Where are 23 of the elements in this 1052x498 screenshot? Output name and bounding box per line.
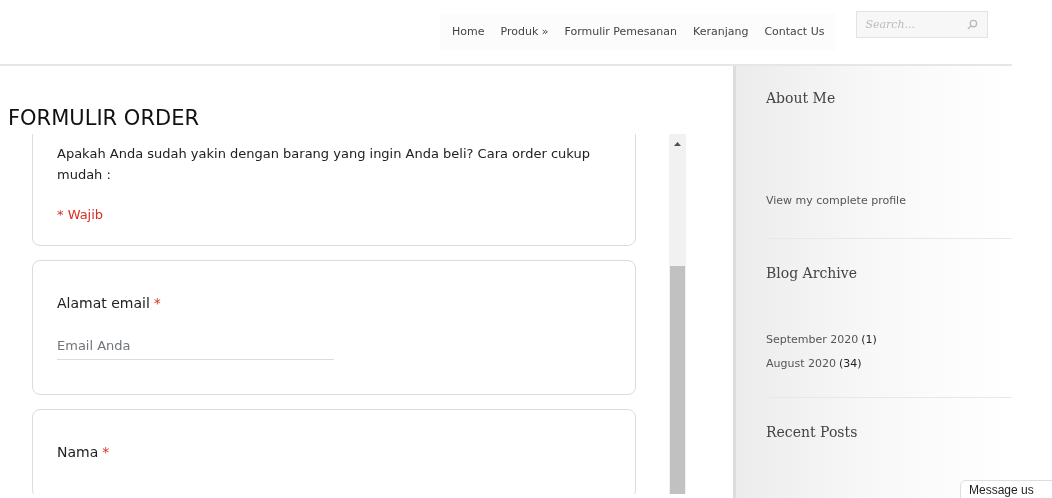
nav-link[interactable]: Formulir Pemesanan [564, 23, 677, 41]
nav-link[interactable]: Keranjang [692, 23, 749, 41]
post-count: (1) [861, 331, 877, 348]
search-field[interactable]: Search... [856, 10, 989, 38]
nav-link[interactable]: Produk » [500, 23, 549, 41]
nav-link[interactable]: Contact Us [764, 23, 825, 41]
widget-title: Blog Archive [766, 263, 857, 283]
sidebar-link[interactable]: August 2020 [766, 356, 836, 373]
page-title: FORMULIR ORDER [8, 105, 199, 132]
widget-title: About Me [766, 89, 836, 108]
sidebar-link[interactable]: September 2020 [766, 331, 859, 348]
required-note: * Wajib [57, 206, 104, 224]
required-asterisk: * [153, 293, 161, 313]
nav-link[interactable]: Home [452, 23, 485, 41]
sidebar-link[interactable]: View my complete profile [766, 193, 906, 210]
message-us-button[interactable]: Message us [960, 480, 1052, 498]
post-count: (34) [839, 356, 862, 372]
question-label: Alamat email [57, 293, 150, 313]
required-asterisk: * [102, 443, 110, 462]
widget-title: Recent Posts [766, 422, 858, 442]
question-label: Nama [57, 443, 99, 462]
form-description: Apakah Anda sudah yakin dengan barang yang ingin Anda beli? Cara order cukup mudah : [57, 145, 591, 184]
email-field[interactable]: Email Anda [57, 335, 334, 360]
